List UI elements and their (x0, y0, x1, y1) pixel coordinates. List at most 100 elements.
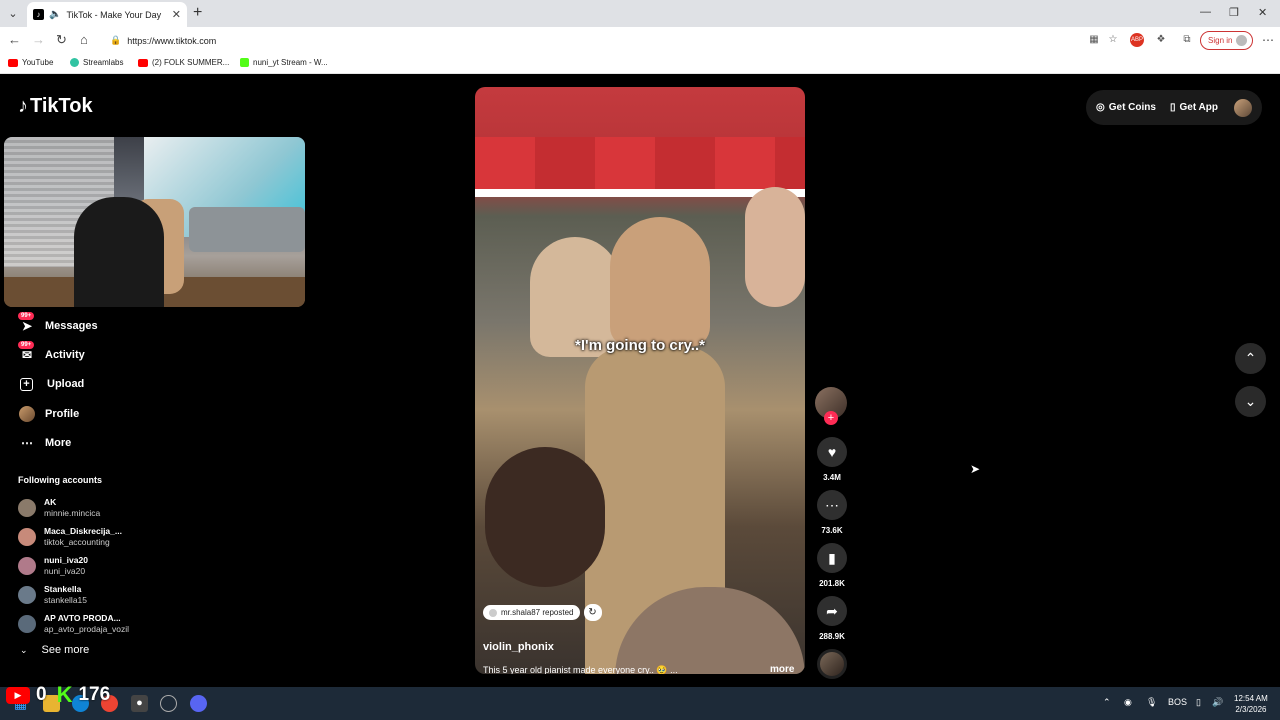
extensions-icon[interactable]: ❖ (1154, 33, 1168, 47)
video-frame-figure (610, 217, 710, 347)
favorite-star-icon[interactable]: ☆ (1106, 33, 1120, 47)
chevron-up-icon: ⌃ (1244, 350, 1257, 366)
adblock-extension-icon[interactable]: ABP (1130, 33, 1144, 47)
account-handle: nuni_iva20 (44, 565, 86, 576)
webcam-overlay (4, 137, 305, 307)
minimize-icon[interactable]: — (1200, 6, 1211, 18)
heart-icon: ♥ (817, 437, 847, 467)
lock-icon[interactable]: 🔒 (110, 35, 121, 46)
bookmarks-bar: YouTube Streamlabs (2) FOLK SUMMER... nu… (0, 54, 1280, 74)
account-name: AK (44, 496, 57, 507)
network-icon[interactable]: ▯ (1196, 697, 1201, 708)
youtube-icon (8, 58, 18, 67)
sound-avatar[interactable] (817, 649, 847, 679)
steam-icon[interactable] (160, 695, 177, 712)
profile-avatar-icon (1236, 35, 1248, 46)
bookmark-label: YouTube (22, 58, 54, 67)
phone-icon: ▯ (1169, 102, 1176, 113)
browser-tab-strip: ⌄ ♪ 🔈 TikTok - Make Your Day ✕ + — ❐ ✕ (0, 0, 1280, 27)
list-item[interactable]: Stankella stankella15 (18, 581, 129, 610)
account-handle: ap_avto_prodaja_vozil (44, 624, 130, 635)
next-video-button[interactable]: ⌄ (1235, 386, 1266, 417)
creator-avatar[interactable]: + (815, 387, 847, 425)
sidebar-item-label: Messages (45, 319, 98, 332)
browser-tab[interactable]: ♪ 🔈 TikTok - Make Your Day ✕ (27, 2, 187, 27)
speaker-icon[interactable]: 🔈 (49, 9, 61, 20)
follow-plus-icon[interactable]: + (824, 411, 838, 425)
previous-video-button[interactable]: ⌃ (1235, 343, 1266, 374)
share-button[interactable]: ➦ 288.9K (815, 596, 849, 641)
video-author[interactable]: violin_phonix (483, 641, 554, 653)
chevron-down-icon: ⌄ (1244, 393, 1257, 409)
tiktok-icon: ♪ (18, 95, 28, 117)
input-language[interactable]: BOS (1168, 697, 1187, 707)
sign-in-button[interactable]: Sign in (1200, 31, 1253, 50)
comment-button[interactable]: ⋯ 73.6K (815, 490, 849, 535)
volume-icon[interactable]: 🔊 (1212, 697, 1223, 708)
sidebar-item-label: Upload (47, 378, 85, 391)
browser-menu-icon[interactable]: ⋯ (1262, 33, 1274, 47)
tray-chevron-up-icon[interactable]: ⌃ (1103, 697, 1111, 708)
tiktok-logo[interactable]: ♪ TikTok (18, 95, 93, 118)
bookmark-folk-summer[interactable]: (2) FOLK SUMMER... (138, 58, 229, 67)
refresh-icon[interactable]: ↻ (56, 32, 67, 48)
discord-tray-icon[interactable]: ◉ (1124, 697, 1132, 708)
video-actions: + ♥ 3.4M ⋯ 73.6K ▮ 201.8K ➦ 288.9K (815, 387, 849, 679)
new-tab-button[interactable]: + (193, 4, 202, 22)
save-button[interactable]: ▮ 201.8K (815, 543, 849, 588)
sidebar-item-upload[interactable]: + Upload (18, 370, 98, 399)
following-accounts-heading: Following accounts (18, 475, 103, 485)
bookmark-kick-stream[interactable]: nuni_yt Stream - W... (240, 58, 328, 67)
video-player[interactable]: *I'm going to cry..* mr.shala87 reposted… (475, 87, 805, 674)
sidebar-item-activity[interactable]: ✉ 99+ Activity (18, 340, 98, 369)
sidebar-nav: ➤ 99+ Messages ✉ 99+ Activity + Upload P… (18, 311, 98, 457)
avatar (18, 405, 36, 423)
sidebar-item-more[interactable]: ⋯ More (18, 428, 98, 457)
youtube-icon: ▶ (6, 686, 30, 704)
video-frame-figure (745, 187, 805, 307)
system-clock[interactable]: 12:54 AM 2/3/2026 (1234, 693, 1268, 715)
youtube-icon (138, 58, 148, 67)
forward-icon[interactable]: → (32, 32, 45, 47)
account-handle: minnie.mincica (44, 507, 101, 518)
sidebar-item-label: Profile (45, 407, 80, 420)
back-icon[interactable]: ← (8, 32, 21, 47)
kick-icon: K (56, 682, 73, 707)
repost-pill[interactable]: mr.shala87 reposted (483, 605, 580, 620)
see-more-button[interactable]: ⌄ See more (20, 644, 89, 656)
address-toolbar: ← → ↻ ⌂ 🔒 https://www.tiktok.com ▦ ☆ ABP… (0, 27, 1280, 54)
get-app-label: Get App (1179, 102, 1218, 113)
list-item[interactable]: Maca_Diskrecija_... tiktok_accounting (18, 522, 129, 551)
get-app-button[interactable]: ▯ Get App (1170, 102, 1218, 113)
list-item[interactable]: AP AVTO PRODA... ap_avto_prodaja_vozil (18, 610, 129, 639)
close-window-icon[interactable]: ✕ (1258, 6, 1267, 19)
get-coins-label: Get Coins (1108, 102, 1156, 113)
sidebar-item-label: More (45, 436, 72, 449)
reader-view-icon[interactable]: ▦ (1087, 33, 1101, 47)
obs-icon[interactable]: ● (131, 695, 148, 712)
bookmark-youtube[interactable]: YouTube (8, 58, 53, 67)
avatar[interactable] (1234, 98, 1252, 117)
mouse-cursor-icon: ➤ (970, 462, 981, 476)
list-item[interactable]: AK minnie.mincica (18, 493, 129, 522)
close-tab-icon[interactable]: ✕ (172, 8, 181, 21)
description-more-link[interactable]: more (770, 664, 794, 674)
repost-icon[interactable]: ↻ (583, 604, 602, 621)
url-field[interactable]: 🔒 https://www.tiktok.com (104, 30, 1124, 51)
sidebar-item-profile[interactable]: Profile (18, 399, 98, 428)
collections-icon[interactable]: ⧉ (1180, 33, 1194, 47)
share-count: 288.9K (819, 632, 845, 641)
bookmark-streamlabs[interactable]: Streamlabs (70, 58, 123, 67)
discord-icon[interactable] (190, 695, 207, 712)
home-icon[interactable]: ⌂ (80, 32, 88, 47)
account-name: Maca_Diskrecija_... (44, 525, 122, 536)
list-item[interactable]: nuni_iva20 nuni_iva20 (18, 551, 129, 580)
microphone-icon[interactable]: 🎙 (1146, 697, 1157, 708)
sidebar-item-messages[interactable]: ➤ 99+ Messages (18, 311, 98, 340)
plus-square-icon: + (20, 377, 33, 391)
like-button[interactable]: ♥ 3.4M (815, 437, 849, 482)
tab-list-chevron-icon[interactable]: ⌄ (4, 5, 22, 23)
get-coins-button[interactable]: ◎ Get Coins (1096, 102, 1156, 113)
restore-icon[interactable]: ❐ (1229, 6, 1239, 19)
avatar (18, 527, 36, 546)
